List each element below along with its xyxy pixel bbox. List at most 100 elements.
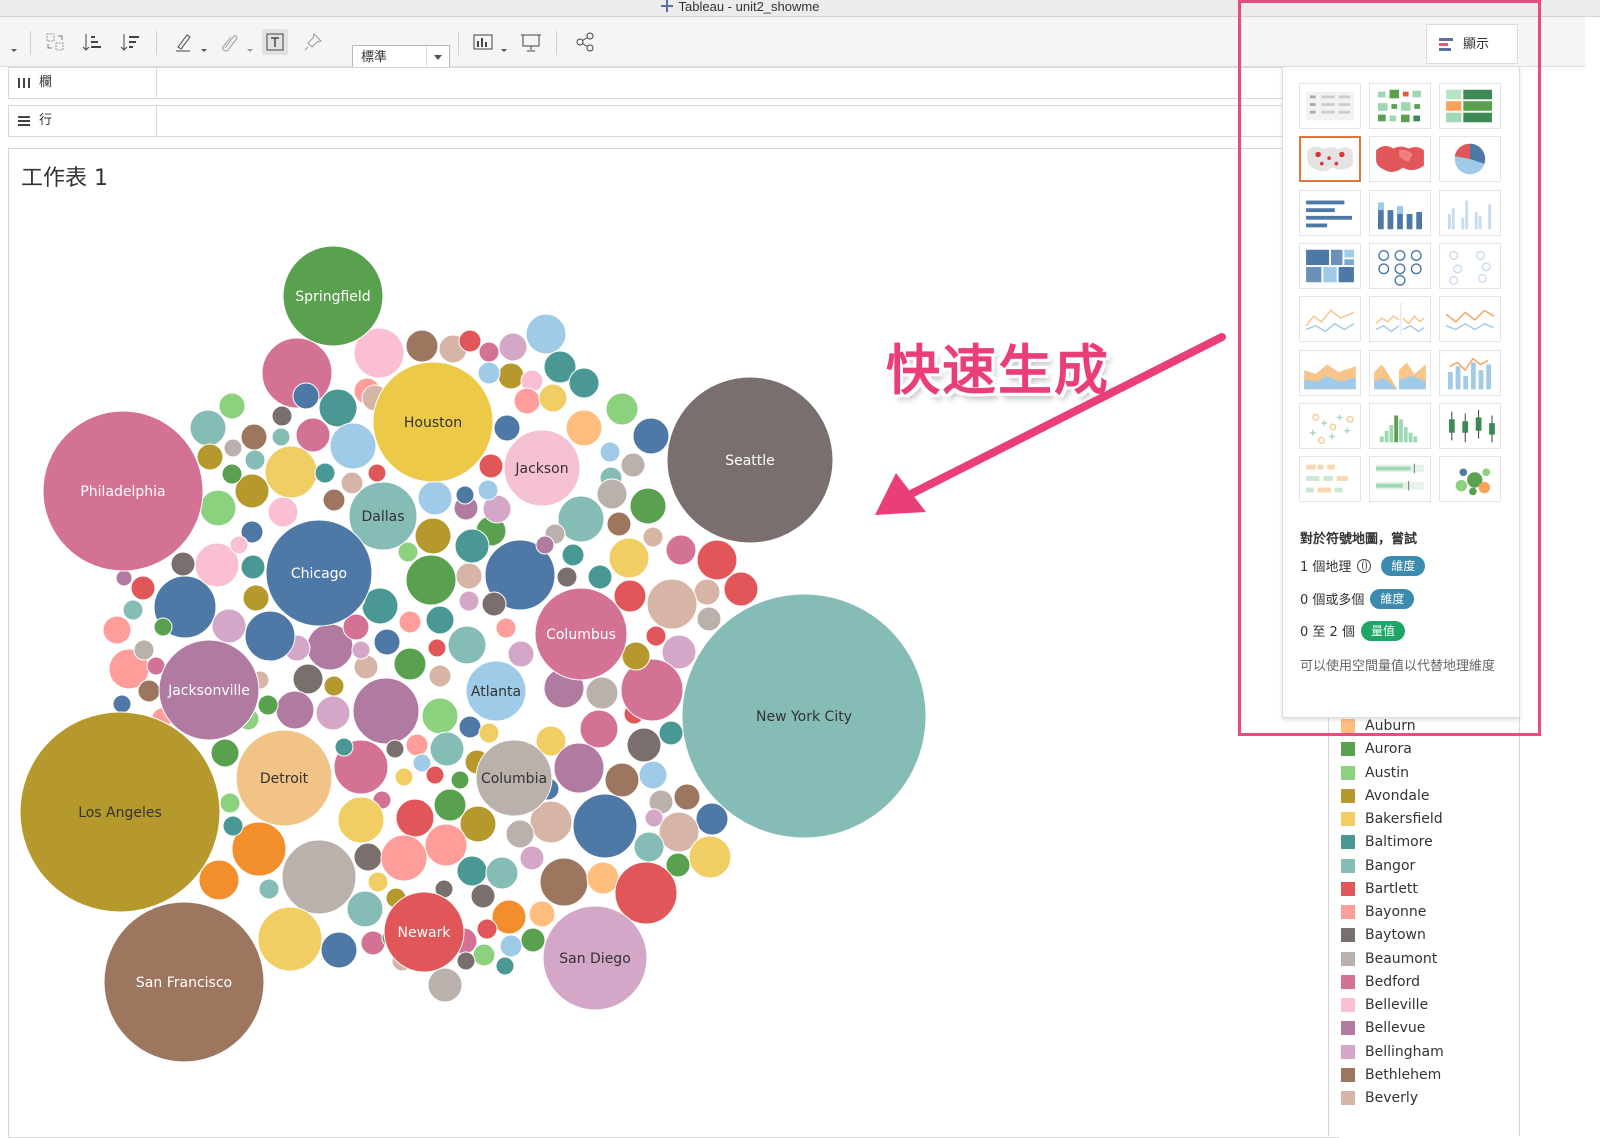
bubble[interactable] xyxy=(428,664,452,688)
bubble[interactable] xyxy=(385,739,405,759)
bubble[interactable] xyxy=(153,617,173,637)
dual-lines-icon[interactable] xyxy=(1439,296,1501,343)
bubble[interactable] xyxy=(395,798,435,838)
bubble[interactable] xyxy=(505,819,535,849)
bubble[interactable] xyxy=(605,392,639,426)
bubble[interactable] xyxy=(499,934,523,958)
bubble[interactable] xyxy=(417,480,453,516)
bubble[interactable] xyxy=(405,733,429,757)
bubble[interactable] xyxy=(696,539,738,581)
area-discrete-icon[interactable] xyxy=(1369,349,1431,396)
bubble[interactable] xyxy=(137,679,161,703)
bubble[interactable] xyxy=(481,591,507,617)
bubble[interactable] xyxy=(493,414,521,442)
bubble[interactable] xyxy=(478,453,504,479)
bubble[interactable] xyxy=(477,479,499,501)
bubble[interactable] xyxy=(367,463,387,483)
bubble[interactable] xyxy=(320,931,358,969)
bubble[interactable] xyxy=(405,554,457,606)
bubble[interactable] xyxy=(258,878,280,900)
bubble[interactable] xyxy=(538,383,568,413)
bubble[interactable] xyxy=(242,584,270,612)
bubble[interactable] xyxy=(665,534,697,566)
bubble[interactable] xyxy=(130,575,156,601)
bubble[interactable] xyxy=(314,462,336,484)
bubble[interactable] xyxy=(688,835,732,879)
bubble[interactable] xyxy=(393,647,427,681)
bubble[interactable] xyxy=(352,677,420,745)
bubble[interactable] xyxy=(604,762,640,798)
bubble[interactable] xyxy=(222,815,244,837)
bubble[interactable] xyxy=(632,417,670,455)
bubble[interactable] xyxy=(351,640,371,660)
bubble[interactable] xyxy=(477,361,501,385)
bubble[interactable] xyxy=(115,569,133,587)
side-by-side-circles-icon[interactable] xyxy=(1439,242,1501,289)
bubble[interactable] xyxy=(658,720,684,746)
bubble[interactable] xyxy=(646,578,698,630)
bubble[interactable] xyxy=(458,329,482,353)
bubble[interactable] xyxy=(318,388,358,428)
heat-map-icon[interactable] xyxy=(1369,83,1431,129)
bubble[interactable] xyxy=(586,861,620,895)
bubble[interactable] xyxy=(196,443,224,471)
bubble[interactable] xyxy=(476,918,498,940)
bubble[interactable] xyxy=(429,731,465,767)
bubble[interactable] xyxy=(353,842,383,872)
bubble[interactable] xyxy=(599,441,621,463)
bubble[interactable] xyxy=(606,511,632,537)
box-whisker-icon[interactable] xyxy=(1439,402,1501,449)
bubble[interactable] xyxy=(455,562,483,590)
gantt-chart-icon[interactable] xyxy=(1299,456,1361,503)
bubble[interactable] xyxy=(405,329,439,363)
bubble[interactable] xyxy=(535,535,555,555)
bubble[interactable] xyxy=(497,362,525,390)
lines-discrete-icon[interactable] xyxy=(1369,296,1431,343)
bubble[interactable] xyxy=(337,796,385,844)
bubble[interactable] xyxy=(565,409,603,447)
bubble[interactable] xyxy=(170,551,196,577)
bubble[interactable] xyxy=(645,625,667,647)
bubble[interactable] xyxy=(638,760,668,790)
bubble[interactable] xyxy=(425,605,455,635)
bubble[interactable] xyxy=(561,543,585,567)
bubble[interactable] xyxy=(572,793,638,859)
bubble[interactable] xyxy=(210,738,240,768)
bubble[interactable] xyxy=(723,571,759,607)
bubble[interactable] xyxy=(271,405,293,427)
bubble[interactable] xyxy=(454,528,490,564)
bubble[interactable] xyxy=(223,438,243,458)
bubble[interactable] xyxy=(673,783,701,811)
bubble[interactable] xyxy=(112,694,132,714)
bubble[interactable] xyxy=(292,382,320,410)
packed-bubble-chart[interactable]: Springfield Houston Jackson Seattle Philadel… xyxy=(0,0,1340,1136)
bubble[interactable] xyxy=(520,927,546,953)
bubble[interactable] xyxy=(322,488,346,512)
bubble[interactable] xyxy=(626,727,662,763)
bubble[interactable] xyxy=(240,423,268,451)
bubble[interactable] xyxy=(498,332,528,362)
bubble[interactable] xyxy=(267,496,299,528)
bubble[interactable] xyxy=(198,859,240,901)
bubble[interactable] xyxy=(334,737,354,757)
bubble[interactable] xyxy=(553,742,605,794)
bubble[interactable] xyxy=(596,478,628,510)
pie-chart-icon[interactable] xyxy=(1439,136,1501,183)
bubble[interactable] xyxy=(458,715,482,739)
bubble[interactable] xyxy=(693,578,721,606)
area-continuous-icon[interactable] xyxy=(1299,349,1361,396)
histogram-icon[interactable] xyxy=(1369,402,1431,449)
bubble[interactable] xyxy=(556,566,578,588)
dual-combination-icon[interactable] xyxy=(1439,349,1501,396)
highlight-table-icon[interactable] xyxy=(1439,83,1501,129)
bubble[interactable] xyxy=(257,694,279,716)
bubble[interactable] xyxy=(427,638,447,658)
bubble[interactable] xyxy=(456,855,488,887)
bubble[interactable] xyxy=(199,489,237,527)
bubble[interactable] xyxy=(244,610,296,662)
bubble[interactable] xyxy=(478,341,500,363)
bubble[interactable] xyxy=(585,676,619,710)
packed-bubbles-icon[interactable] xyxy=(1439,456,1501,503)
bubble[interactable] xyxy=(519,845,545,871)
bubble[interactable] xyxy=(271,427,291,447)
